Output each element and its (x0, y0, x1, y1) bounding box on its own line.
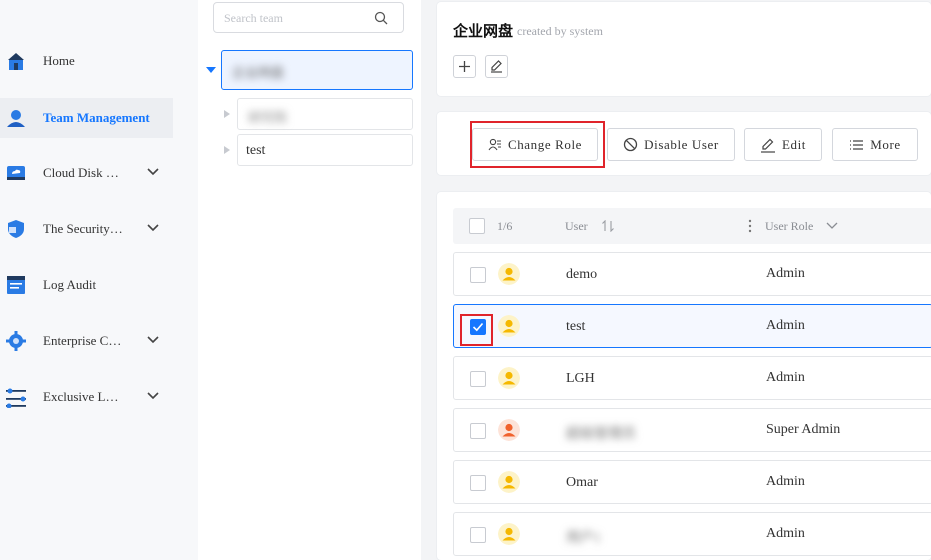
disable-user-button[interactable]: Disable User (607, 128, 735, 161)
user-avatar-icon (498, 367, 520, 389)
ban-icon (623, 137, 638, 152)
table-row[interactable]: LGH Admin (453, 356, 931, 400)
nav-item-cloud-disk[interactable]: Cloud Disk … (0, 153, 173, 193)
nav-item-exclusive[interactable]: Exclusive L… (0, 377, 173, 417)
team-user-icon (7, 110, 25, 127)
tree-node-label: 企业网盘 (232, 65, 285, 80)
more-label: More (870, 136, 901, 152)
tree-node-root[interactable]: 企业网盘 (221, 50, 413, 90)
select-all-checkbox[interactable] (469, 218, 485, 234)
chevron-down-icon[interactable] (146, 223, 160, 233)
log-document-icon (7, 276, 25, 294)
team-header-card: 企业网盘 created by system (437, 2, 931, 96)
cell-user-role: Admin (766, 474, 805, 489)
row-checkbox[interactable] (470, 371, 486, 387)
list-menu-icon (850, 139, 864, 150)
column-resize-handle-icon[interactable] (748, 219, 752, 233)
nav-item-home[interactable]: Home (0, 41, 173, 81)
cell-user-role: Admin (766, 318, 805, 333)
row-checkbox[interactable] (470, 527, 486, 543)
nav-label: Cloud Disk … (43, 165, 119, 180)
table-row[interactable]: Omar Admin (453, 460, 931, 504)
cell-user-role: Admin (766, 370, 805, 385)
nav-item-log-audit[interactable]: Log Audit (0, 265, 173, 305)
page-title: 企业网盘 (453, 24, 514, 40)
shield-icon (8, 220, 24, 238)
cell-user-role: Admin (766, 266, 805, 281)
user-avatar-icon (498, 315, 520, 337)
more-button[interactable]: More (832, 128, 918, 161)
cell-user-role: Admin (766, 526, 805, 541)
chevron-down-icon[interactable] (146, 391, 160, 401)
edit-pencil-icon (491, 60, 502, 73)
selection-count: 1/6 (497, 219, 513, 233)
team-search-input[interactable] (224, 9, 364, 27)
collapse-caret-icon[interactable] (224, 146, 230, 154)
rename-button[interactable] (485, 55, 508, 78)
add-button[interactable] (453, 55, 476, 78)
tree-node-label: 研究院 (248, 110, 288, 125)
table-header: 1/6 User User Role (453, 208, 931, 244)
collapse-caret-icon[interactable] (224, 110, 230, 118)
tree-node-child[interactable]: 研究院 (237, 98, 413, 130)
user-avatar-icon (498, 263, 520, 285)
tree-node-label: test (246, 143, 266, 158)
change-role-button[interactable]: Change Role (472, 128, 598, 161)
user-avatar-icon (498, 419, 520, 441)
nav-label: Team Management (43, 110, 150, 125)
cell-username: test (566, 319, 586, 334)
search-icon[interactable] (374, 11, 388, 25)
sliders-icon (6, 388, 26, 408)
sort-icon[interactable] (601, 220, 615, 232)
home-icon (8, 53, 24, 70)
left-nav: Home Team Management Cloud Disk … The Se… (0, 0, 198, 560)
chevron-down-icon[interactable] (146, 167, 160, 177)
edit-pencil-icon (760, 138, 775, 153)
nav-label: The Security… (43, 221, 123, 236)
cell-username: Omar (566, 475, 598, 490)
plus-icon (459, 61, 470, 72)
edit-button[interactable]: Edit (744, 128, 822, 161)
column-header-role[interactable]: User Role (765, 219, 813, 234)
table-row[interactable]: test Admin (453, 304, 931, 348)
row-checkbox[interactable] (470, 319, 486, 335)
user-avatar-icon (498, 471, 520, 493)
cell-username: 超级管理员 (566, 427, 636, 442)
cloud-disk-icon (7, 166, 25, 180)
user-avatar-icon (498, 523, 520, 545)
nav-label: Home (43, 53, 75, 68)
cell-username: LGH (566, 371, 595, 386)
team-search-box[interactable] (213, 2, 404, 33)
team-tree-panel: 企业网盘 研究院 test (198, 0, 421, 560)
gear-icon (6, 331, 26, 351)
column-header-user[interactable]: User (565, 219, 588, 234)
change-role-label: Change Role (507, 136, 583, 152)
row-checkbox[interactable] (470, 267, 486, 283)
row-checkbox[interactable] (470, 423, 486, 439)
table-row[interactable]: 用户1 Admin (453, 512, 931, 556)
expand-caret-icon[interactable] (206, 66, 216, 74)
disable-user-label: Disable User (644, 136, 719, 152)
table-row[interactable]: demo Admin (453, 252, 931, 296)
checkmark-icon (472, 322, 484, 332)
chevron-down-icon[interactable] (826, 221, 838, 230)
edit-label: Edit (781, 136, 807, 152)
cell-username: demo (566, 267, 598, 282)
nav-item-team-management[interactable]: Team Management (0, 98, 173, 138)
table-row[interactable]: 超级管理员 Super Admin (453, 408, 931, 452)
nav-label: Log Audit (43, 277, 97, 292)
cell-user-role: Super Admin (766, 422, 841, 437)
nav-label: Enterprise C… (43, 333, 122, 348)
tree-node-child[interactable]: test (237, 134, 413, 166)
cell-username: 用户1 (566, 531, 601, 546)
nav-label: Exclusive L… (43, 389, 119, 404)
page-subtitle: created by system (517, 24, 603, 38)
user-table-card: 1/6 User User Role demo Admin test Admin LGH… (437, 192, 931, 560)
nav-item-enterprise[interactable]: Enterprise C… (0, 321, 173, 361)
chevron-down-icon[interactable] (146, 335, 160, 345)
user-role-icon (488, 138, 501, 150)
nav-item-security[interactable]: The Security… (0, 209, 173, 249)
row-checkbox[interactable] (470, 475, 486, 491)
toolbar-card: Change Role Disable User Edit More (437, 112, 931, 175)
